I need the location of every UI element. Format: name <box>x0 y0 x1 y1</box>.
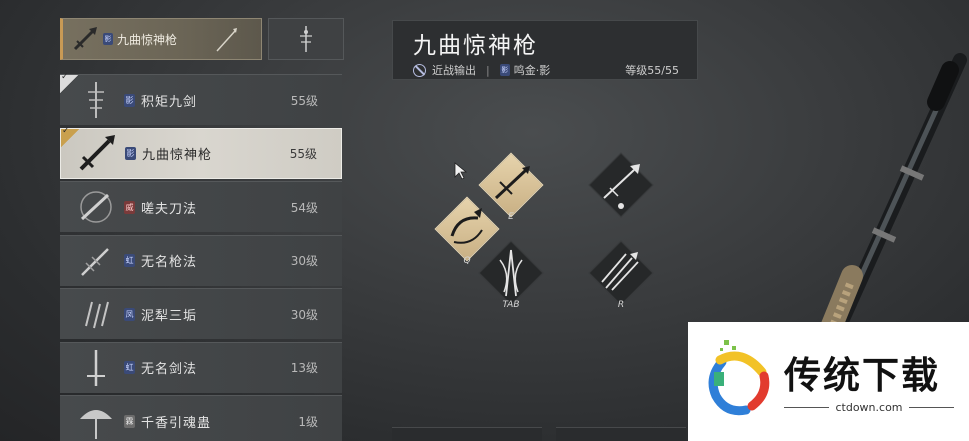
meta-separator: | <box>486 63 490 77</box>
weapon-name: 泥犁三垢 <box>141 308 198 324</box>
weapon-row[interactable]: 虹 无名剑法 13级 <box>60 341 342 393</box>
sword-icon <box>300 26 312 52</box>
type-badge: 影 <box>103 33 113 45</box>
type-badge: 威 <box>124 200 135 214</box>
equipped-main-slot[interactable]: 影 九曲惊神枪 <box>60 18 262 60</box>
weapon-name: 无名枪法 <box>141 255 198 270</box>
sword-icon <box>87 349 105 386</box>
skill-tab[interactable]: TAB <box>478 240 544 310</box>
bottom-panel-right[interactable] <box>556 427 686 441</box>
spear-icon <box>81 247 109 276</box>
type-badge: 霖 <box>124 414 135 428</box>
lance-thumb-icon <box>216 28 237 52</box>
blade-icon <box>80 191 112 223</box>
watermark: 传统下载 ctdown.com <box>688 322 969 441</box>
weapon-row[interactable]: 霖 千香引魂蛊 1级 <box>60 395 342 441</box>
weapon-row[interactable]: ✓ 影 积矩九剑 55级 <box>60 72 342 125</box>
weapon-level: 55级 <box>290 93 318 108</box>
weapon-detail-header: 九曲惊神枪 近战输出 | 影 鸣金·影 等级55/55 <box>392 20 698 80</box>
watermark-logo-icon <box>708 340 770 416</box>
weapon-name: 千香引魂蛊 <box>141 415 212 431</box>
weapon-row[interactable]: 凤 泥犁三垢 30级 <box>60 288 342 339</box>
watermark-title: 传统下载 <box>784 354 940 397</box>
weapon-level: 30级 <box>290 254 318 268</box>
weapon-name: 九曲惊神枪 <box>142 147 213 163</box>
watermark-url-row: ctdown.com <box>784 401 954 414</box>
weapon-grade: 等级55/55 <box>625 64 679 77</box>
weapon-meta: 近战输出 | 影 鸣金·影 <box>413 62 550 78</box>
weapon-row[interactable]: 虹 无名枪法 30级 <box>60 234 342 286</box>
weapon-list: ✓ 影 积矩九剑 55级 ✓ 影 九曲惊神枪 55级 威 嗟夫刀法 54级 虹 … <box>60 72 342 441</box>
weapon-school: 鸣金·影 <box>513 64 551 77</box>
umbrella-icon <box>80 410 112 439</box>
skill-passive[interactable] <box>588 152 654 218</box>
spear-icon <box>73 27 97 51</box>
skill-r[interactable]: R <box>588 240 654 310</box>
weapon-level: 13级 <box>290 361 318 375</box>
skill-r-key: R <box>617 300 625 310</box>
weapon-name: 嗟夫刀法 <box>141 201 198 217</box>
weapon-title: 九曲惊神枪 <box>413 33 538 59</box>
nine-sword-icon <box>88 82 104 118</box>
weapon-row[interactable]: 威 嗟夫刀法 54级 <box>60 181 342 232</box>
selected-check-icon: ✓ <box>61 126 79 147</box>
weapon-level: 54级 <box>290 200 318 215</box>
equipped-main-label: 九曲惊神枪 <box>117 32 178 47</box>
equipped-check-icon: ✓ <box>60 72 78 93</box>
weapon-row-selected[interactable]: ✓ 影 九曲惊神枪 55级 <box>60 126 342 179</box>
mouse-cursor-icon <box>454 162 468 180</box>
school-badge-icon: 影 <box>499 64 510 76</box>
type-badge: 虹 <box>124 254 135 267</box>
weapon-level: 1级 <box>298 414 318 429</box>
claw-icon <box>85 301 109 329</box>
weapon-level: 55级 <box>289 146 317 161</box>
watermark-url: ctdown.com <box>835 401 903 414</box>
spear-icon <box>79 135 115 171</box>
role-icon <box>413 63 426 77</box>
whirlwind-icon <box>499 249 523 297</box>
type-badge: 影 <box>125 146 136 160</box>
spearhead-icon <box>603 164 640 209</box>
weapon-level: 30级 <box>290 307 318 322</box>
type-badge: 凤 <box>124 307 135 321</box>
type-badge: 影 <box>124 93 135 107</box>
skill-tab-key: TAB <box>502 300 520 310</box>
type-badge: 虹 <box>124 361 135 374</box>
bottom-panel-left[interactable] <box>392 427 542 441</box>
weapon-role: 近战输出 <box>432 64 476 77</box>
weapon-name: 积矩九剑 <box>141 94 198 110</box>
equipped-sub-slot[interactable] <box>268 18 344 60</box>
weapon-name: 无名剑法 <box>141 362 198 377</box>
multi-thrust-icon <box>601 252 639 291</box>
